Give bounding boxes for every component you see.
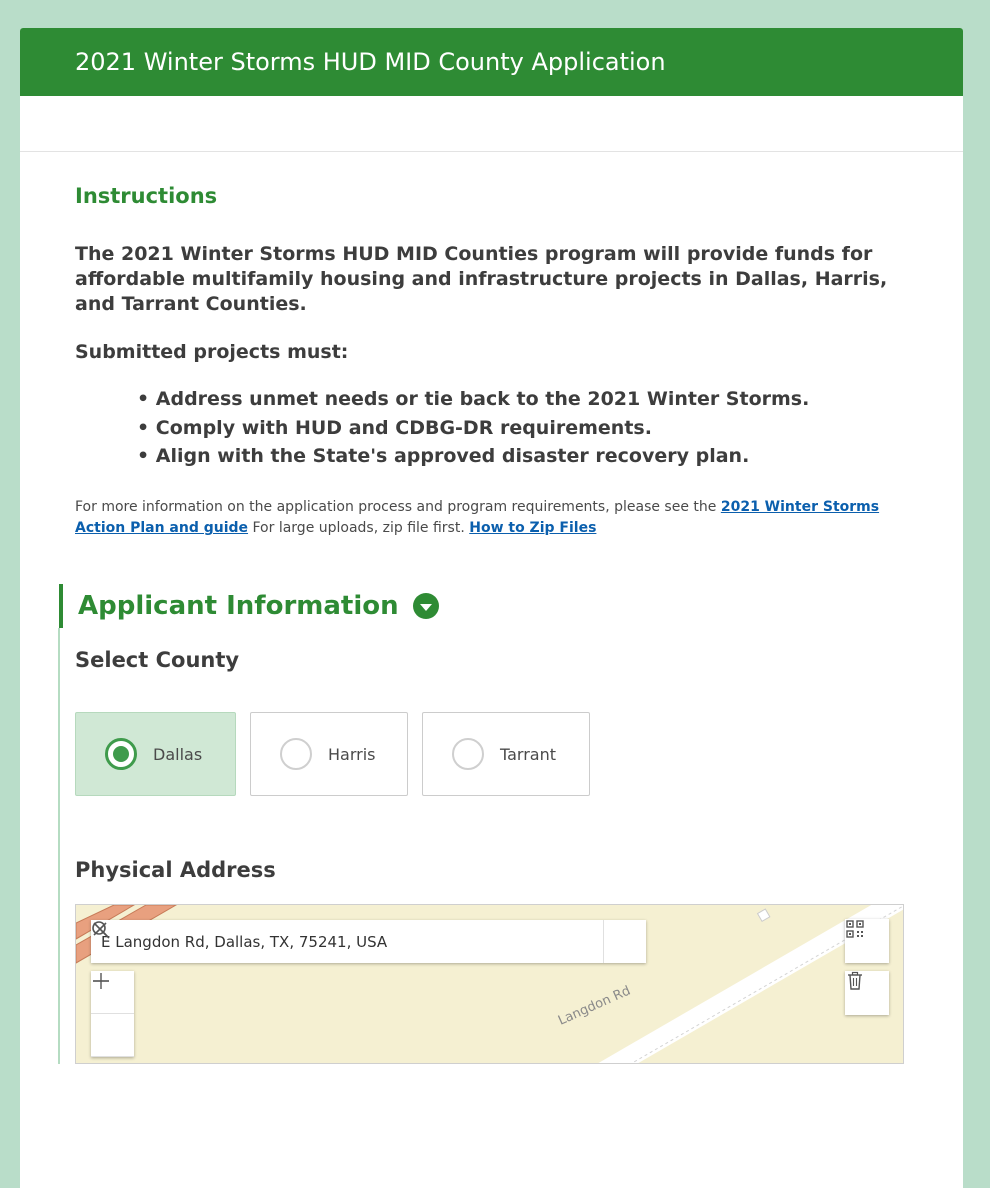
- zoom-controls: [91, 971, 134, 1058]
- applicant-section-title: Applicant Information: [78, 584, 908, 628]
- qr-code-icon[interactable]: [845, 919, 889, 964]
- address-search-input[interactable]: [91, 920, 560, 964]
- how-to-zip-link[interactable]: How to Zip Files: [469, 520, 596, 536]
- minus-icon[interactable]: [91, 980, 134, 1058]
- list-item: • Align with the State's approved disast…: [137, 445, 750, 468]
- form-content: Instructions The 2021 Winter Storms HUD …: [20, 184, 963, 1065]
- instructions-title: Instructions: [75, 184, 218, 208]
- radio-selected-icon: [105, 738, 137, 771]
- county-radio-group: Dallas Harris Tarrant: [75, 712, 908, 797]
- form-card: 2021 Winter Storms HUD MID County Applic…: [20, 28, 963, 1188]
- search-icon[interactable]: [92, 920, 646, 964]
- requirements-list: • Address unmet needs or tie back to the…: [75, 385, 835, 471]
- info-paragraph: For more information on the application …: [75, 498, 880, 537]
- radio-icon: [452, 738, 484, 771]
- address-search-box: [91, 920, 646, 964]
- bullet-icon: •: [137, 416, 150, 439]
- bullet-icon: •: [137, 388, 150, 411]
- physical-address-label: Physical Address: [75, 858, 276, 883]
- trash-icon[interactable]: [845, 971, 889, 1016]
- header-divider: [20, 96, 963, 152]
- select-county-label: Select County: [75, 648, 240, 673]
- bullet-icon: •: [137, 445, 150, 468]
- list-item: • Comply with HUD and CDBG-DR requiremen…: [137, 416, 652, 439]
- address-map[interactable]: Langdon Rd: [75, 904, 904, 1065]
- applicant-section-body: Select County Dallas Harris Tarrant Phys…: [58, 628, 908, 1065]
- radio-icon: [280, 738, 312, 771]
- instructions-lead: The 2021 Winter Storms HUD MID Counties …: [75, 243, 888, 316]
- list-item: • Address unmet needs or tie back to the…: [137, 388, 810, 411]
- close-icon[interactable]: [93, 920, 603, 963]
- applicant-section: Applicant Information: [59, 584, 908, 629]
- instructions-subtitle: Submitted projects must:: [75, 341, 349, 364]
- form-title: 2021 Winter Storms HUD MID County Applic…: [75, 48, 666, 76]
- county-option-tarrant[interactable]: Tarrant: [422, 712, 590, 797]
- county-option-harris[interactable]: Harris: [250, 712, 408, 797]
- county-option-dallas[interactable]: Dallas: [75, 712, 236, 797]
- form-header: 2021 Winter Storms HUD MID County Applic…: [20, 28, 963, 96]
- chevron-down-icon[interactable]: [412, 593, 439, 620]
